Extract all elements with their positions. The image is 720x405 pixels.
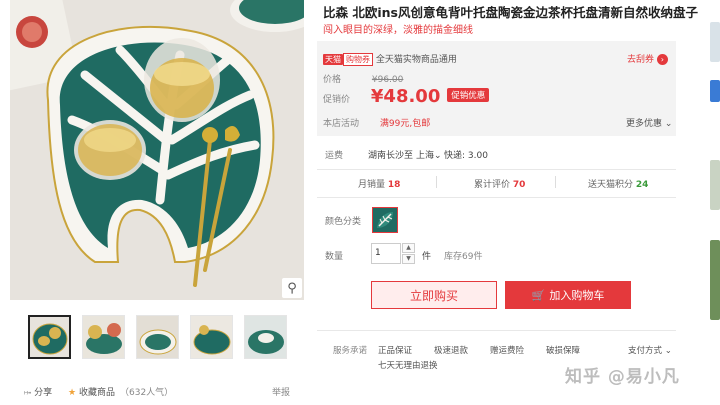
coupon-tag: 购物券 — [343, 53, 373, 66]
shipping-from: 湖南长沙 — [368, 151, 405, 161]
add-to-cart-button[interactable]: 🛒 加入购物车 — [505, 281, 631, 309]
side-thumbnail[interactable] — [710, 80, 720, 102]
quantity-input[interactable]: 1 — [371, 243, 401, 264]
more-offers-label: 更多优惠 — [626, 119, 663, 129]
add-to-cart-label: 加入购物车 — [549, 289, 605, 302]
price-panel: 天猫 购物券 全天猫实物商品通用 去刮券 › 价格 ¥96.00 促销价 ¥48.… — [317, 41, 676, 136]
service-item[interactable]: 七天无理由退换 — [378, 359, 438, 371]
promo-price-row: 促销价 ¥48.00 促销优惠 — [323, 86, 490, 107]
monthly-sales: 月销量 18 — [358, 177, 400, 190]
payment-methods-label: 支付方式 — [628, 346, 663, 356]
tmall-points: 送天猫积分 24 — [588, 177, 648, 190]
quantity-label: 数量 — [325, 252, 344, 262]
report-link[interactable]: 举报 — [272, 385, 290, 398]
original-price-row: 价格 ¥96.00 — [323, 72, 403, 85]
favorite-link[interactable]: ★ 收藏商品 — [68, 385, 115, 398]
side-thumbnail[interactable] — [710, 160, 720, 210]
original-price: ¥96.00 — [371, 75, 404, 85]
monthly-sales-value: 18 — [387, 180, 401, 190]
shipping-to-prefix: 至 — [404, 151, 414, 161]
divider — [555, 176, 556, 188]
service-item[interactable]: 破损保障 — [546, 344, 580, 356]
buy-now-button[interactable]: 立即购买 — [371, 281, 497, 309]
cart-icon: 🛒 — [531, 288, 546, 302]
product-title: 比森 北欧ins风创意龟背叶托盘陶瓷金边茶杯托盘清新自然收纳盘子 — [323, 5, 698, 20]
service-item[interactable]: 正品保证 — [378, 344, 412, 356]
shipping-fee: 快递: 3.00 — [444, 151, 488, 161]
services-label: 服务承诺 — [333, 346, 368, 356]
points-value: 24 — [635, 180, 649, 190]
star-icon: ★ — [68, 388, 77, 398]
side-thumbnail[interactable] — [710, 240, 720, 320]
shipping-destination-select[interactable]: 上海⌄ — [416, 148, 442, 161]
thumbnail-2[interactable] — [82, 315, 125, 359]
activity-label: 本店活动 — [323, 119, 360, 129]
color-swatch-green-leaf[interactable] — [372, 207, 398, 233]
coupon-row: 天猫 购物券 全天猫实物商品通用 — [323, 52, 457, 66]
divider — [317, 197, 676, 198]
promo-badge: 促销优惠 — [447, 88, 490, 102]
product-page: ⚲ ⤠ 分享 ★ 收藏商品 （632人气） 举报 比森 北欧ins风创意龟背叶托… — [0, 0, 720, 405]
leaf-tray-illustration — [10, 0, 304, 300]
chevron-down-icon: ⌄ — [434, 151, 442, 161]
thumbnail-4[interactable] — [190, 315, 233, 359]
thumbnail-5[interactable] — [244, 315, 287, 359]
arrow-right-icon: › — [656, 54, 668, 65]
divider — [317, 169, 676, 170]
chevron-down-icon: ⌄ — [664, 346, 672, 356]
review-count-value: 70 — [512, 180, 526, 190]
activity-text: 满99元,包邮 — [379, 119, 431, 129]
color-label: 颜色分类 — [325, 217, 362, 227]
quantity-decrease-button[interactable]: ▼ — [402, 254, 415, 264]
monthly-sales-label: 月销量 — [358, 180, 386, 190]
main-product-image[interactable]: ⚲ — [10, 0, 304, 300]
share-icon: ⤠ — [24, 388, 32, 398]
promo-label: 促销价 — [323, 95, 351, 105]
thumbnail-3[interactable] — [136, 315, 179, 359]
thumbnail-strip — [28, 315, 298, 359]
review-count-label: 累计评价 — [474, 180, 511, 190]
product-subtitle: 闯入眼目的深绿，淡雅的描金细线 — [323, 25, 473, 36]
price-label: 价格 — [323, 75, 342, 85]
claim-coupon-link[interactable]: 去刮券 › — [627, 52, 668, 65]
zoom-icon[interactable]: ⚲ — [282, 278, 302, 298]
more-offers-link[interactable]: 更多优惠 ⌄ — [626, 116, 672, 129]
claim-coupon-label: 去刮券 — [627, 55, 655, 65]
popularity-count: （632人气） — [120, 388, 174, 398]
quantity-unit: 件 — [422, 252, 432, 262]
payment-methods-link[interactable]: 支付方式 ⌄ — [628, 344, 672, 356]
watermark: 知乎 @易小凡 — [565, 367, 680, 387]
shop-activity-row: 本店活动 满99元,包邮 — [323, 116, 430, 129]
divider — [436, 176, 437, 188]
review-count[interactable]: 累计评价 70 — [474, 177, 525, 190]
quantity-increase-button[interactable]: ▲ — [402, 243, 415, 253]
side-thumbnail[interactable] — [710, 22, 720, 62]
coupon-text: 全天猫实物商品通用 — [375, 55, 457, 65]
share-link[interactable]: ⤠ 分享 — [24, 385, 52, 398]
chevron-down-icon: ⌄ — [664, 119, 673, 129]
divider — [317, 330, 676, 331]
tmall-tag: 天猫 — [323, 54, 343, 65]
stock-count: 库存69件 — [444, 252, 483, 262]
shipping-label: 运费 — [325, 151, 344, 161]
thumbnail-1[interactable] — [28, 315, 71, 359]
service-item[interactable]: 极速退款 — [434, 344, 468, 356]
gallery-actions: ⤠ 分享 ★ 收藏商品 （632人气） 举报 — [24, 385, 290, 399]
service-item[interactable]: 赠运费险 — [490, 344, 524, 356]
shipping-destination: 上海 — [416, 151, 435, 161]
points-label: 送天猫积分 — [588, 180, 634, 190]
promo-price: ¥48.00 — [370, 86, 441, 107]
